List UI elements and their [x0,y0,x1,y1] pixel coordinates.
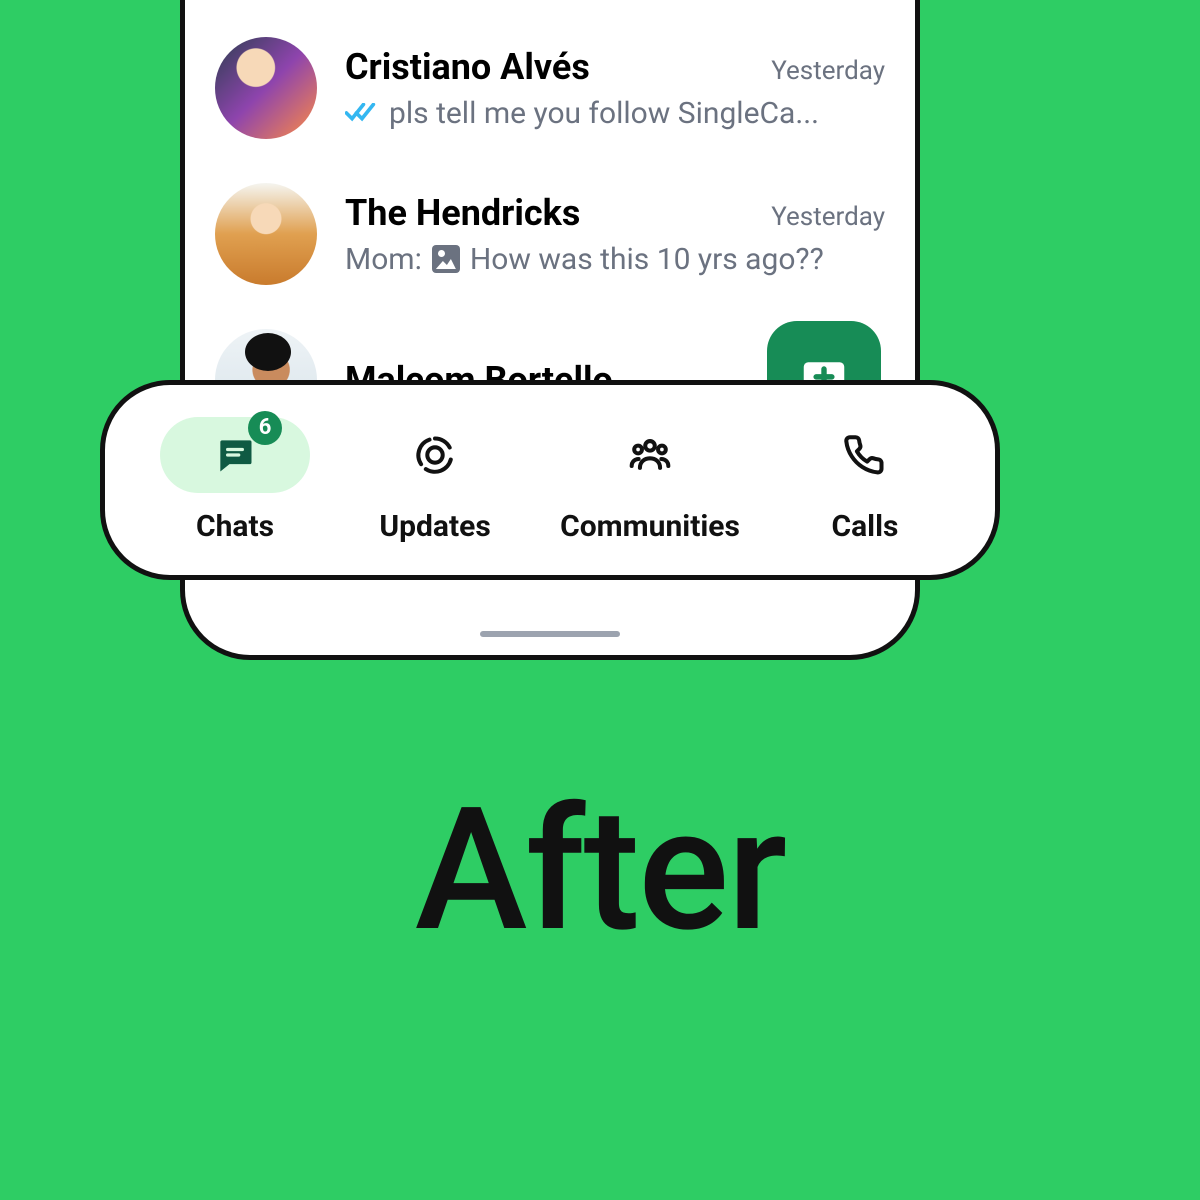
home-indicator[interactable] [480,631,620,637]
communities-icon [628,433,672,477]
nav-updates[interactable]: Updates [360,417,510,544]
chat-preview-text: How was this 10 yrs ago?? [470,242,824,277]
caption: After [0,770,1200,970]
phone-icon [843,433,887,477]
chat-preview-text: pls tell me you follow SingleCa... [389,96,819,131]
read-receipt-icon [345,96,379,131]
chat-sender-prefix: Mom: [345,242,422,277]
nav-communities[interactable]: Communities [560,417,740,544]
avatar[interactable] [215,37,317,139]
nav-label: Calls [831,509,898,544]
bottom-nav: 6 Chats Updates Communities [100,380,1000,580]
chat-icon [213,433,257,477]
chat-time: Yesterday [771,56,885,86]
photo-icon [432,245,460,273]
chat-row[interactable]: The Hendricks Yesterday Mom: How was thi… [185,161,915,307]
nav-chats[interactable]: 6 Chats [160,417,310,544]
chat-name: The Hendricks [345,192,580,234]
chat-time: Yesterday [771,202,885,232]
chat-row[interactable]: Cristiano Alvés Yesterday pls tell me yo… [185,15,915,161]
nav-label: Chats [196,509,274,544]
avatar[interactable] [215,183,317,285]
status-icon [413,433,457,477]
chat-name: Cristiano Alvés [345,46,590,88]
nav-label: Communities [560,509,740,544]
nav-calls[interactable]: Calls [790,417,940,544]
nav-label: Updates [379,509,490,544]
unread-badge: 6 [248,411,282,445]
